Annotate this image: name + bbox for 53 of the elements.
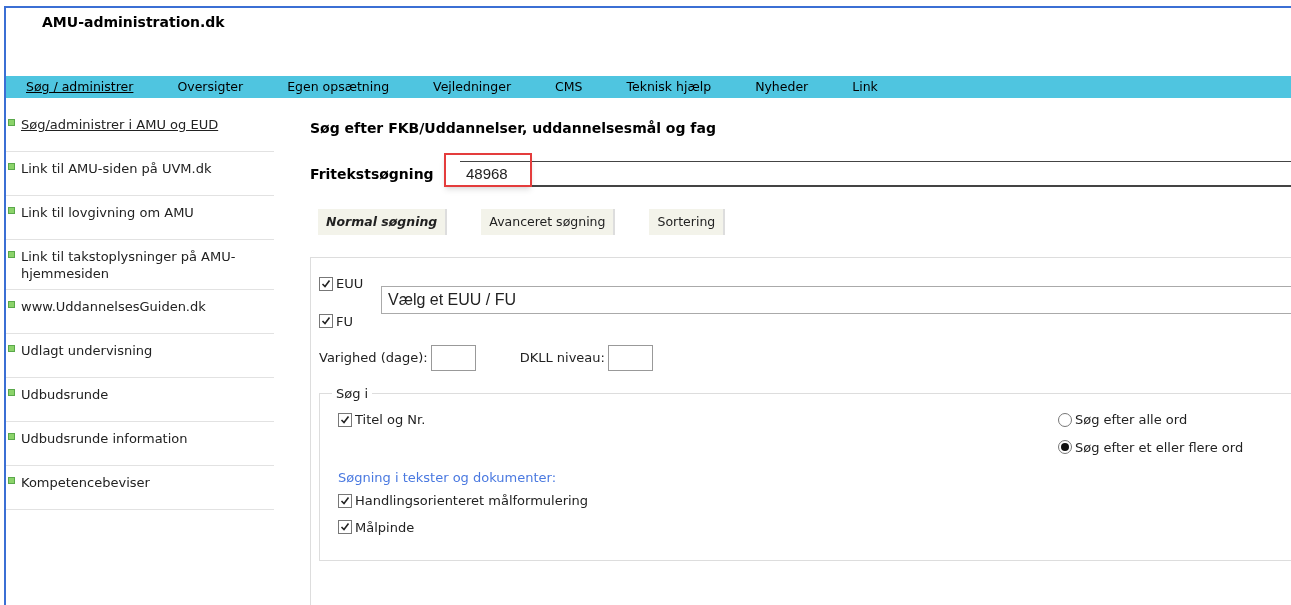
nav-link[interactable]: Vejledninger [433,77,512,97]
nav-link[interactable]: Link [852,77,878,97]
level-field[interactable] [607,345,653,371]
bullet-icon [8,207,15,214]
sidebar-link[interactable]: Udbudsrunde [21,385,109,403]
radio-label: Søg efter et eller flere ord [1075,438,1244,457]
bullet-icon [8,251,15,258]
sidebar-link[interactable]: Udlagt undervisning [21,341,153,359]
sidebar-link[interactable]: Kompetencebeviser [21,473,150,491]
section-heading: Søgning i tekster og dokumenter: [338,468,558,487]
checkbox[interactable] [338,412,352,427]
checkbox-label: Målpinde [355,518,415,537]
checkbox-label: Titel og Nr. [355,411,426,429]
duration-field[interactable] [430,345,476,371]
search-field[interactable]: 48968 [460,161,1291,187]
checkbox[interactable] [338,493,352,508]
nav-link[interactable]: Egen opsætning [287,77,390,97]
field-label: Varighed (dage): [319,349,428,368]
site-title: AMU-administration.dk [42,14,225,30]
bullet-icon [8,477,15,484]
radio-button[interactable] [1058,412,1072,427]
nav-link[interactable]: CMS [555,77,583,97]
sidebar-link[interactable]: Link til takstoplysninger på AMU-hjemmesiden [21,247,274,282]
sidebar-link[interactable]: Link til lovgivning om AMU [21,203,194,221]
tab[interactable]: Sortering [649,209,726,235]
tab[interactable]: Avanceret søgning [481,209,616,235]
checkbox[interactable] [319,314,333,329]
nav-link[interactable]: Nyheder [755,77,809,97]
bullet-icon [8,389,15,396]
bullet-icon [8,345,15,352]
education-select[interactable]: Vælg et EUU / FU [381,286,1291,314]
bullet-icon [8,163,15,170]
bullet-icon [8,119,15,126]
sidebar-link[interactable]: www.UddannelsesGuiden.dk [21,297,206,315]
nav-link[interactable]: Søg / administrer [26,77,134,97]
sidebar-link[interactable]: Udbudsrunde information [21,429,188,447]
nav-link[interactable]: Oversigter [177,77,244,97]
sidebar-link[interactable]: Søg/administrer i AMU og EUD [21,115,219,133]
tab[interactable]: Normal søgning [318,209,448,235]
bullet-icon [8,433,15,440]
sidebar-link[interactable]: Link til AMU-siden på UVM.dk [21,159,212,177]
field-label: DKLL niveau: [519,349,605,368]
checkbox-label: Handlingsorienteret målformulering [355,492,589,510]
bullet-icon [8,301,15,308]
page-heading: Søg efter FKB/Uddannelser, uddannelsesmål og fag [310,119,717,138]
checkbox-label: FU [336,312,353,331]
field-label: Fritekstsøgning [310,164,435,184]
checkbox[interactable] [338,520,352,535]
radio-label: Søg efter alle ord [1075,411,1188,429]
checkbox-label: EUU [336,275,364,293]
radio-button[interactable] [1058,440,1072,455]
nav-link[interactable]: Teknisk hjælp [626,77,712,97]
checkbox[interactable] [319,276,333,291]
